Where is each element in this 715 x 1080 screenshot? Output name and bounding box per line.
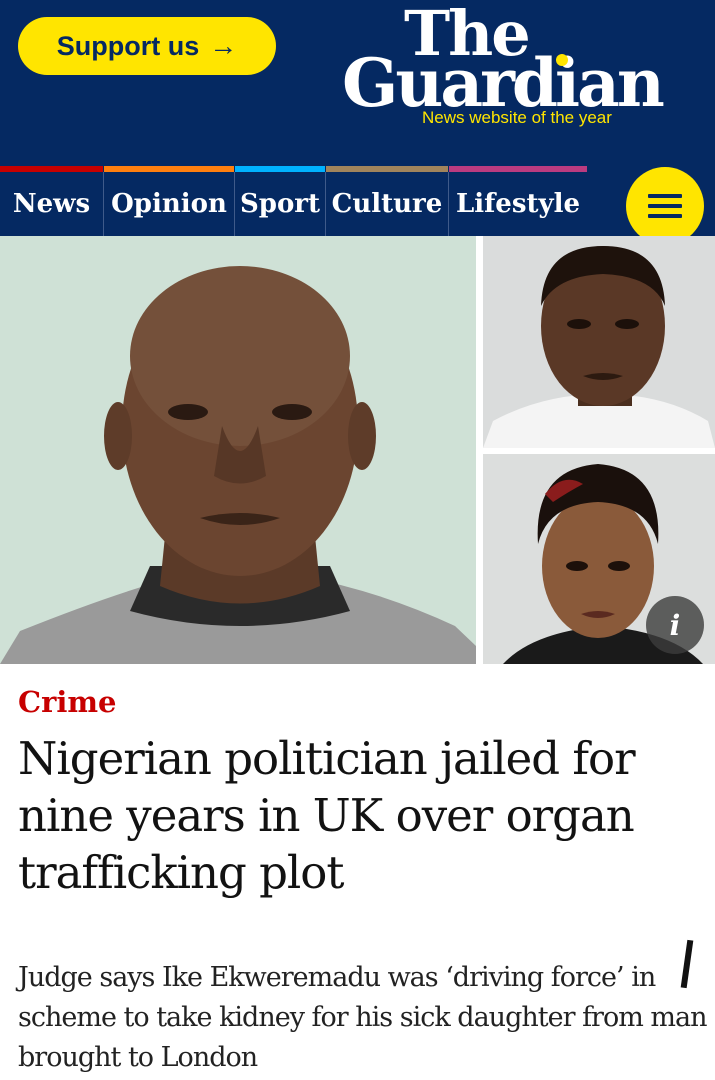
nav-item-sport[interactable]: Sport bbox=[235, 172, 326, 236]
portrait-man-2-image bbox=[483, 236, 715, 448]
headline: Nigerian politician jailed for nine year… bbox=[18, 732, 636, 899]
nav-item-label: Opinion bbox=[111, 189, 227, 219]
menu-button[interactable] bbox=[626, 167, 704, 245]
nav-item-label: Lifestyle bbox=[455, 189, 581, 219]
nav-item-label: News bbox=[12, 189, 91, 219]
support-us-label: Support us bbox=[56, 30, 200, 61]
hamburger-icon-bar bbox=[648, 194, 682, 198]
masthead: Support us → The Guardian News website o… bbox=[0, 0, 715, 166]
nav-item-label: Sport bbox=[239, 189, 320, 219]
nav-item-news[interactable]: News bbox=[0, 172, 104, 236]
nav-item-culture[interactable]: Culture bbox=[326, 172, 449, 236]
nav-item-lifestyle[interactable]: Lifestyle bbox=[449, 172, 587, 236]
hamburger-icon-bar bbox=[648, 214, 682, 218]
main-photo[interactable] bbox=[0, 236, 476, 664]
nav-item-opinion[interactable]: Opinion bbox=[104, 172, 235, 236]
photo-top-right[interactable] bbox=[483, 236, 715, 448]
main-nav: News Opinion Sport Culture Lifestyle bbox=[0, 172, 715, 236]
portrait-man-1-image bbox=[0, 236, 476, 664]
support-us-button[interactable]: Support us → bbox=[18, 17, 276, 75]
standfirst: Judge says Ike Ekweremadu was ‘driving f… bbox=[18, 962, 708, 1073]
nav-item-label: Culture bbox=[331, 189, 443, 219]
info-icon[interactable]: i bbox=[646, 596, 704, 654]
section-kicker[interactable]: Crime bbox=[18, 685, 117, 719]
logo-dot bbox=[556, 54, 568, 66]
arrow-right-icon: → bbox=[209, 30, 238, 61]
tagline: News website of the year bbox=[422, 108, 612, 127]
hamburger-icon-bar bbox=[648, 204, 682, 208]
